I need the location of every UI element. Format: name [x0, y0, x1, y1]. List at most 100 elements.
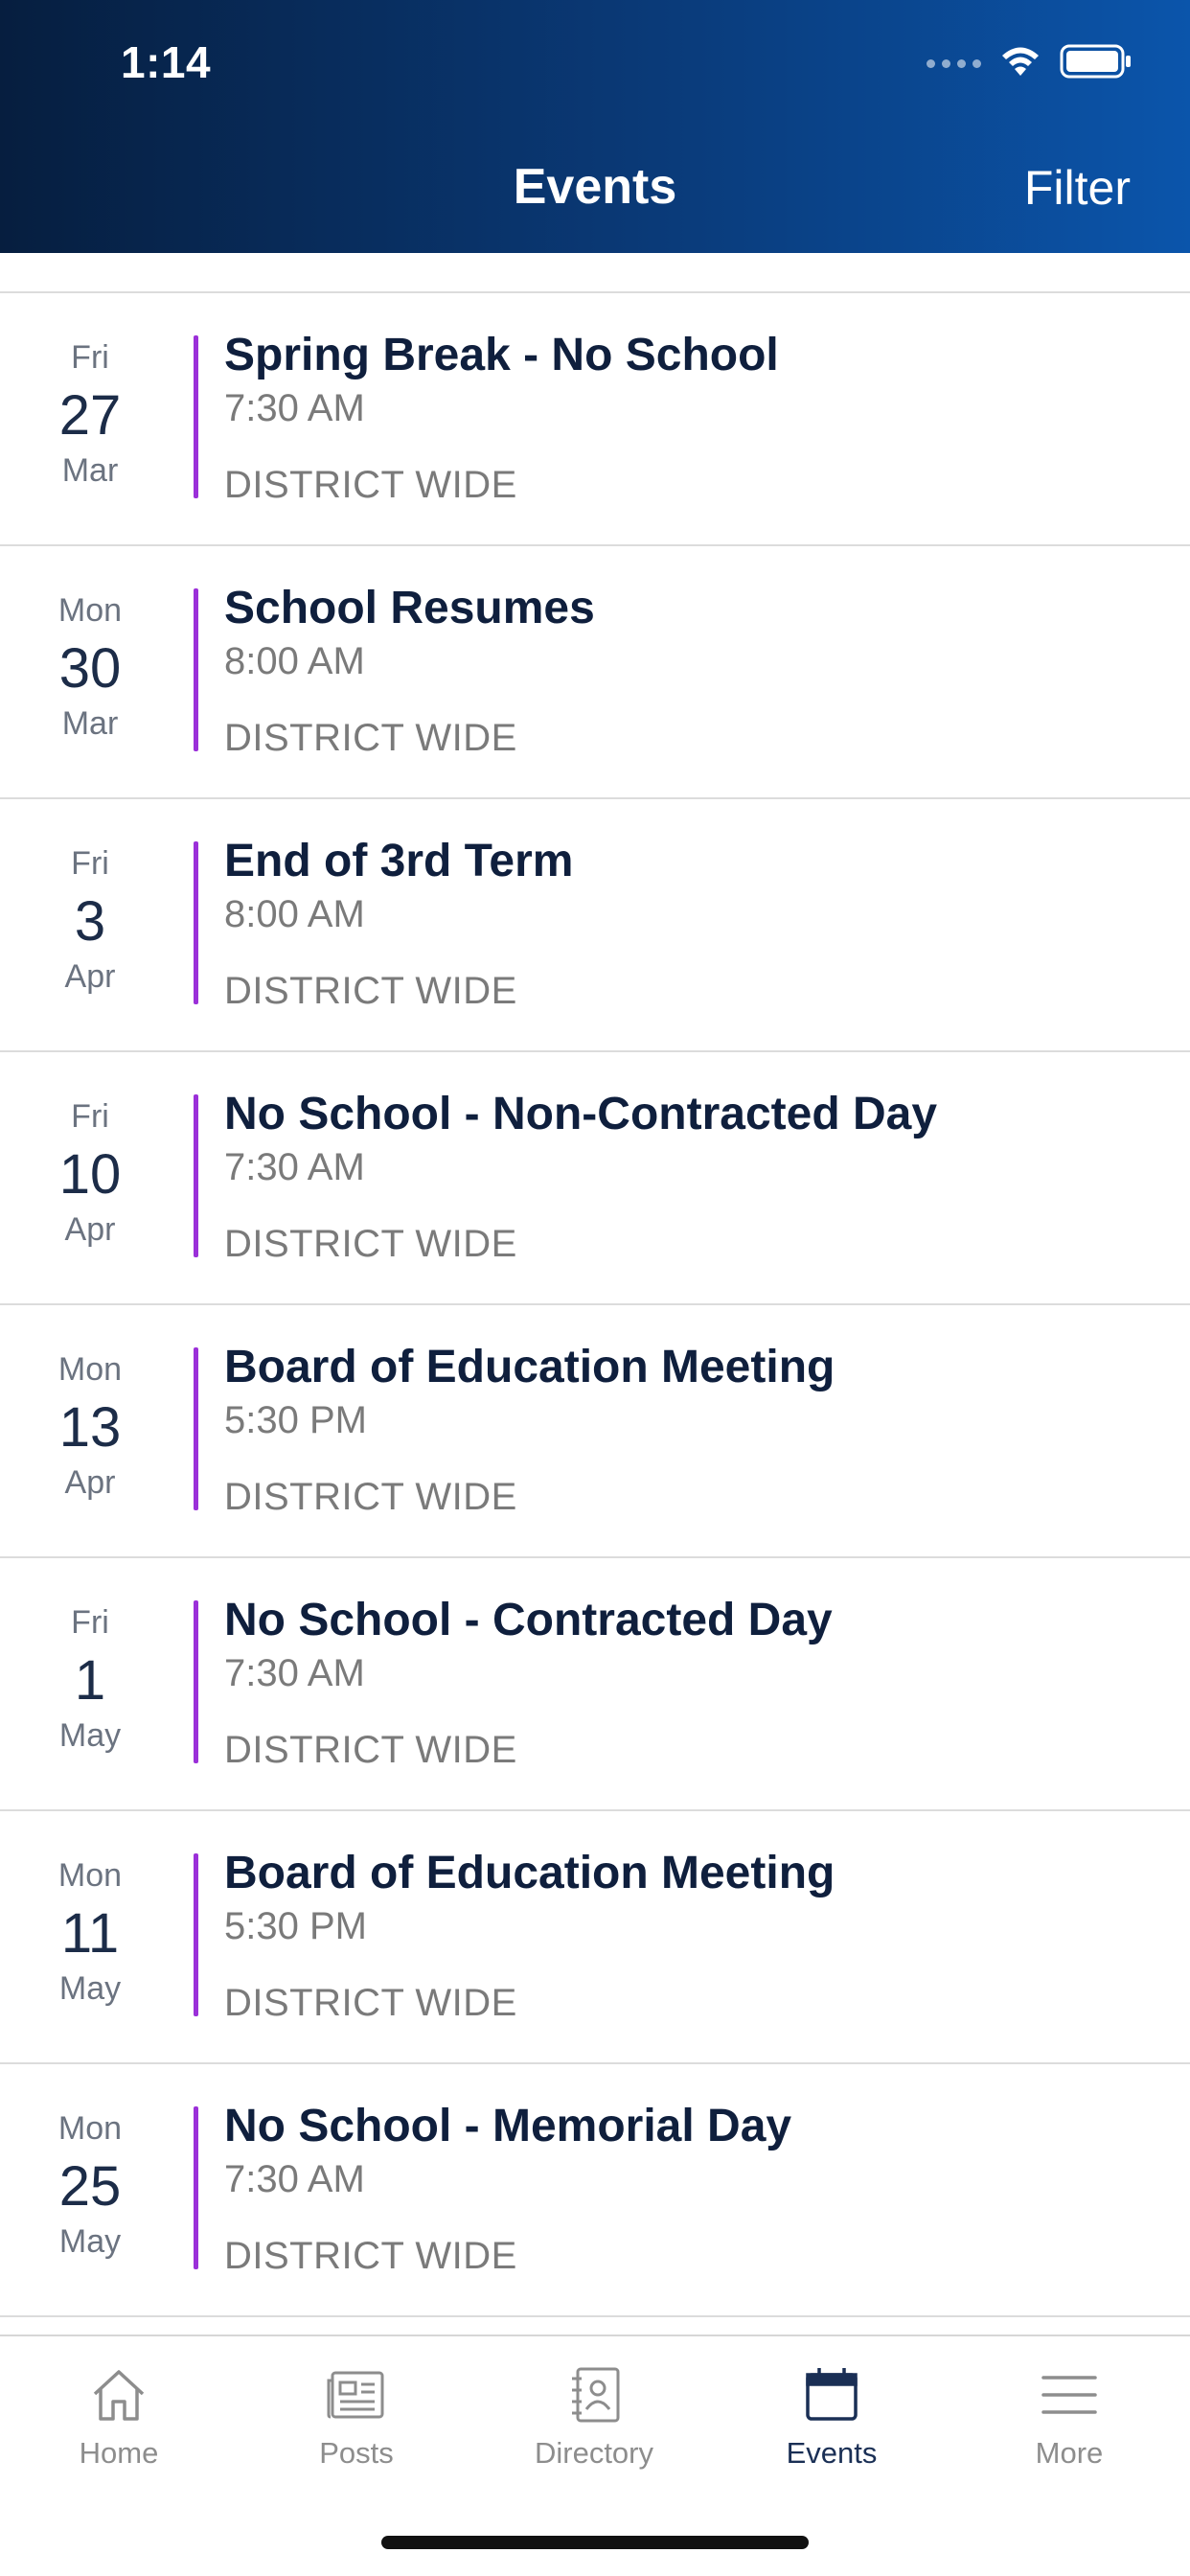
- event-title: No School - Memorial Day: [224, 2101, 792, 2151]
- event-info: No School - Non-Contracted Day 7:30 AM DIS…: [224, 1087, 1171, 1269]
- event-accent-bar: [194, 335, 198, 498]
- status-icons: [927, 44, 1133, 83]
- event-day-of-week: Fri: [71, 1604, 109, 1641]
- event-day-number: 13: [58, 1396, 122, 1459]
- event-info: Board of Education Meeting 5:30 PM DISTRIC…: [224, 1846, 1171, 2028]
- tab-label: Directory: [534, 2436, 653, 2470]
- event-day-of-week: Mon: [57, 2110, 123, 2147]
- menu-icon: [950, 2363, 1188, 2426]
- event-time: 7:30 AM: [224, 2158, 365, 2200]
- posts-icon: [238, 2363, 475, 2426]
- event-info: Board of Education Meeting 5:30 PM DISTRIC…: [224, 1340, 1171, 1522]
- event-date: Mon 13 Apr: [0, 1305, 180, 1556]
- event-date: Fri 3 Apr: [0, 799, 180, 1050]
- event-month: Apr: [64, 1464, 116, 1501]
- event-month: May: [58, 2223, 122, 2260]
- event-day-of-week: Mon: [57, 1351, 123, 1388]
- event-day-of-week: Fri: [71, 845, 109, 882]
- event-date: Fri 27 Mar: [0, 293, 180, 544]
- event-day-number: 3: [74, 890, 106, 953]
- event-accent-bar: [194, 1853, 198, 2016]
- tab-directory[interactable]: Directory: [475, 2363, 713, 2471]
- event-accent-bar: [194, 1600, 198, 1763]
- event-row[interactable]: Mon 30 Mar School Resumes 8:00 AM DISTRICT WI…: [0, 546, 1190, 799]
- event-day-number: 1: [74, 1649, 106, 1712]
- event-title: End of 3rd Term: [224, 836, 574, 886]
- event-row[interactable]: Fri 27 Mar Spring Break - No School 7:30 AM D…: [0, 293, 1190, 546]
- event-title: School Resumes: [224, 583, 595, 633]
- event-title: Board of Education Meeting: [224, 1848, 835, 1898]
- event-time: 5:30 PM: [224, 1399, 367, 1441]
- tab-posts[interactable]: Posts: [238, 2363, 475, 2471]
- event-month: Apr: [64, 958, 116, 995]
- event-info: No School - Contracted Day 7:30 AM DISTRIC…: [224, 1593, 1171, 1775]
- event-location: DISTRICT WIDE: [224, 717, 517, 759]
- event-row[interactable]: Mon 25 May No School - Memorial Day 7:30 AM D…: [0, 2064, 1190, 2317]
- event-month: Apr: [64, 1211, 116, 1248]
- tab-label: Home: [79, 2436, 159, 2470]
- event-day-number: 30: [58, 637, 122, 700]
- event-time: 7:30 AM: [224, 1652, 365, 1694]
- tab-label: Posts: [319, 2436, 394, 2470]
- header: 1:14 Events Filter: [0, 0, 1190, 253]
- event-date: Fri 10 Apr: [0, 1052, 180, 1303]
- event-list[interactable]: Fri 27 Mar Spring Break - No School 7:30 AM D…: [0, 253, 1190, 2317]
- tab-more[interactable]: More: [950, 2363, 1188, 2471]
- event-location: DISTRICT WIDE: [224, 1982, 517, 2024]
- list-divider: [0, 253, 1190, 293]
- event-day-of-week: Fri: [71, 339, 109, 376]
- event-day-number: 11: [60, 1902, 120, 1965]
- filter-button[interactable]: Filter: [1024, 160, 1131, 216]
- event-row[interactable]: Fri 10 Apr No School - Non-Contracted Day 7:…: [0, 1052, 1190, 1305]
- event-time: 7:30 AM: [224, 1146, 365, 1188]
- events-screen: 1:14 Events Filter Fri 27 Mar Spring Bre…: [0, 0, 1190, 2576]
- event-month: Mar: [61, 705, 119, 742]
- event-day-number: 27: [58, 384, 122, 447]
- event-day-number: 10: [58, 1143, 122, 1206]
- event-month: May: [58, 1717, 122, 1754]
- event-location: DISTRICT WIDE: [224, 464, 517, 506]
- event-accent-bar: [194, 588, 198, 751]
- event-month: May: [58, 1970, 122, 2007]
- event-location: DISTRICT WIDE: [224, 2235, 517, 2277]
- event-row[interactable]: Mon 13 Apr Board of Education Meeting 5:30 P…: [0, 1305, 1190, 1558]
- event-accent-bar: [194, 1347, 198, 1510]
- tab-label: Events: [786, 2436, 878, 2470]
- page-title: Events: [513, 159, 677, 215]
- event-day-of-week: Mon: [57, 592, 123, 629]
- event-accent-bar: [194, 2106, 198, 2269]
- event-day-of-week: Mon: [57, 1857, 123, 1894]
- event-month: Mar: [61, 452, 119, 489]
- home-indicator: [381, 2536, 809, 2549]
- home-icon: [0, 2363, 238, 2426]
- battery-icon: [1060, 44, 1133, 83]
- event-location: DISTRICT WIDE: [224, 1729, 517, 1771]
- event-location: DISTRICT WIDE: [224, 970, 517, 1012]
- cellular-signal-icon: [927, 59, 981, 68]
- event-title: Spring Break - No School: [224, 330, 779, 380]
- event-row[interactable]: Fri 3 Apr End of 3rd Term 8:00 AM DISTRICT WI…: [0, 799, 1190, 1052]
- tab-label: More: [1035, 2436, 1104, 2470]
- event-location: DISTRICT WIDE: [224, 1476, 517, 1518]
- event-date: Mon 11 May: [0, 1811, 180, 2062]
- event-info: Spring Break - No School 7:30 AM DISTRICT …: [224, 328, 1171, 510]
- event-title: Board of Education Meeting: [224, 1342, 835, 1392]
- event-info: No School - Memorial Day 7:30 AM DISTRICT …: [224, 2099, 1171, 2281]
- calendar-icon: [713, 2363, 950, 2426]
- status-time: 1:14: [121, 37, 212, 87]
- wifi-icon: [998, 44, 1042, 83]
- tab-events[interactable]: Events: [713, 2363, 950, 2471]
- event-row[interactable]: Mon 11 May Board of Education Meeting 5:30 P…: [0, 1811, 1190, 2064]
- event-time: 7:30 AM: [224, 387, 365, 429]
- event-info: School Resumes 8:00 AM DISTRICT WIDE: [224, 581, 1171, 763]
- event-row[interactable]: Fri 1 May No School - Contracted Day 7:30 AM…: [0, 1558, 1190, 1811]
- event-date: Mon 25 May: [0, 2064, 180, 2315]
- tab-home[interactable]: Home: [0, 2363, 238, 2471]
- event-time: 5:30 PM: [224, 1905, 367, 1947]
- event-time: 8:00 AM: [224, 640, 365, 682]
- event-date: Fri 1 May: [0, 1558, 180, 1809]
- event-day-of-week: Fri: [71, 1098, 109, 1135]
- event-day-number: 25: [58, 2155, 122, 2218]
- event-accent-bar: [194, 1094, 198, 1257]
- event-date: Mon 30 Mar: [0, 546, 180, 797]
